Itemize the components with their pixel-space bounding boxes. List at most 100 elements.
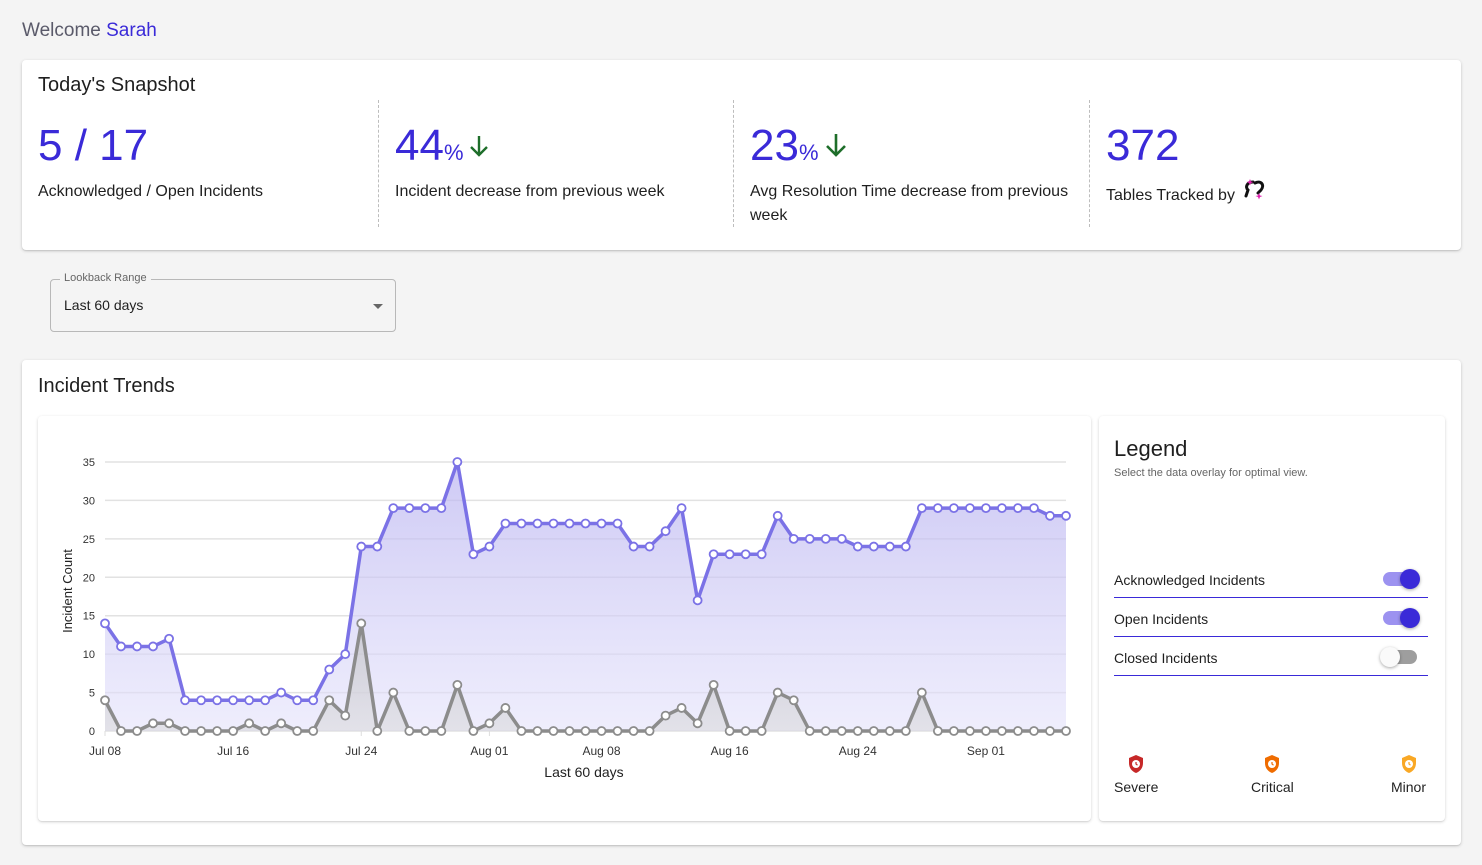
- stat-label: Avg Resolution Time decrease from previo…: [750, 183, 1069, 224]
- acknowledged-point: [644, 541, 655, 552]
- welcome-heading: Welcome Sarah: [22, 20, 157, 42]
- x-tick-label: Sep 01: [967, 744, 1005, 758]
- toggle-label: Acknowledged Incidents: [1114, 572, 1265, 588]
- y-tick-label: 30: [83, 495, 95, 507]
- acknowledged-point: [116, 641, 126, 652]
- arrow-down-icon: [468, 122, 490, 166]
- incident-trends-title: Incident Trends: [38, 375, 175, 397]
- arrow-down-icon: [823, 122, 849, 166]
- acknowledged-point: [420, 503, 431, 514]
- acknowledged-point: [596, 518, 607, 529]
- open-point: [612, 726, 623, 736]
- acknowledged-point: [260, 695, 271, 706]
- lookback-range-select[interactable]: Lookback Range Last 60 days: [50, 272, 396, 332]
- toggle-row-open[interactable]: Open Incidents: [1114, 598, 1428, 637]
- percent-sign: %: [443, 140, 464, 165]
- open-toggle[interactable]: [1383, 608, 1420, 628]
- acknowledged-point: [1045, 510, 1055, 521]
- acknowledged-point: [1013, 503, 1023, 514]
- acknowledged-point: [100, 618, 110, 629]
- acknowledged-point: [820, 533, 831, 544]
- open-point: [180, 726, 190, 736]
- open-point: [500, 703, 511, 713]
- caret-down-icon[interactable]: [373, 304, 383, 309]
- brand-logo-icon: [1242, 178, 1268, 210]
- open-point: [868, 726, 879, 736]
- severity-label: Severe: [1114, 779, 1159, 795]
- acknowledged-point: [340, 649, 351, 660]
- toggle-row-acknowledged[interactable]: Acknowledged Incidents: [1114, 559, 1428, 598]
- toggle-knob: [1380, 647, 1400, 667]
- open-point: [436, 726, 447, 736]
- open-point: [660, 710, 671, 721]
- acknowledged-point: [276, 687, 287, 698]
- open-point: [356, 618, 367, 629]
- acknowledged-point: [628, 541, 639, 552]
- acknowledged-point: [788, 533, 799, 544]
- acknowledged-point: [708, 549, 719, 560]
- acknowledged-point: [468, 549, 479, 560]
- severity-severe: Severe: [1114, 754, 1158, 795]
- acknowledged-point: [772, 510, 783, 521]
- acknowledged-point: [132, 641, 142, 652]
- open-point: [196, 726, 207, 736]
- acknowledged-point: [164, 633, 174, 644]
- open-point: [916, 687, 927, 698]
- acknowledged-point: [292, 695, 303, 706]
- acknowledged-toggle[interactable]: [1383, 569, 1420, 589]
- y-tick-label: 25: [83, 534, 95, 546]
- y-tick-label: 20: [83, 572, 95, 584]
- acknowledged-point: [660, 526, 671, 537]
- acknowledged-point: [452, 457, 463, 467]
- acknowledged-point: [356, 541, 367, 552]
- acknowledged-point: [965, 503, 975, 514]
- stat-value: 23%: [750, 124, 849, 170]
- user-name: Sarah: [106, 20, 157, 41]
- toggle-knob: [1400, 608, 1420, 628]
- acknowledged-point: [148, 641, 158, 652]
- incident-trend-chart: 0 5 10 15 20 25 30 35 Jul 08 Jul 16 Jul 24 Aug 01 A…: [60, 457, 1071, 780]
- x-tick-label: Aug 08: [582, 744, 620, 758]
- open-point: [276, 718, 287, 729]
- legend-subtitle: Select the data overlay for optimal view…: [1114, 467, 1308, 479]
- acknowledged-point: [948, 503, 959, 514]
- acknowledged-point: [1029, 503, 1039, 514]
- x-tick-label: Aug 16: [711, 744, 749, 758]
- open-point: [932, 726, 943, 736]
- shield-clock-icon: [1391, 754, 1426, 777]
- open-point: [596, 726, 607, 736]
- open-point: [148, 718, 158, 729]
- open-point: [484, 718, 495, 729]
- acknowledged-point: [500, 518, 511, 529]
- acknowledged-point: [756, 549, 767, 560]
- open-point: [676, 703, 687, 713]
- open-point: [997, 726, 1007, 736]
- open-point: [292, 726, 303, 736]
- closed-toggle[interactable]: [1380, 647, 1417, 667]
- open-point: [516, 726, 527, 736]
- stat-tables-tracked: 372 Tables Tracked by: [1089, 100, 1449, 227]
- stat-label: Tables Tracked by: [1106, 178, 1268, 212]
- acknowledged-point: [676, 503, 687, 514]
- open-point: [756, 726, 767, 736]
- snapshot-card: Today's Snapshot 5 / 17 Acknowledged / O…: [22, 60, 1461, 250]
- x-tick-label: Jul 24: [345, 744, 377, 758]
- y-tick-label: 0: [89, 726, 95, 738]
- acknowledged-point: [900, 541, 911, 552]
- acknowledged-point: [1061, 510, 1071, 521]
- stat-label: Incident decrease from previous week: [395, 183, 665, 200]
- open-point: [1061, 726, 1071, 736]
- toggle-row-closed[interactable]: Closed Incidents: [1114, 637, 1428, 676]
- acknowledged-point: [997, 503, 1007, 514]
- toggle-knob: [1400, 569, 1420, 589]
- acknowledged-point: [836, 533, 847, 544]
- snapshot-title: Today's Snapshot: [38, 74, 196, 96]
- acknowledged-point: [516, 518, 527, 529]
- acknowledged-point: [868, 541, 879, 552]
- open-point: [228, 726, 239, 736]
- x-tick-label: Jul 16: [217, 744, 249, 758]
- open-point: [468, 726, 479, 736]
- open-point: [564, 726, 575, 736]
- severity-label: Critical: [1251, 779, 1294, 795]
- open-point: [836, 726, 847, 736]
